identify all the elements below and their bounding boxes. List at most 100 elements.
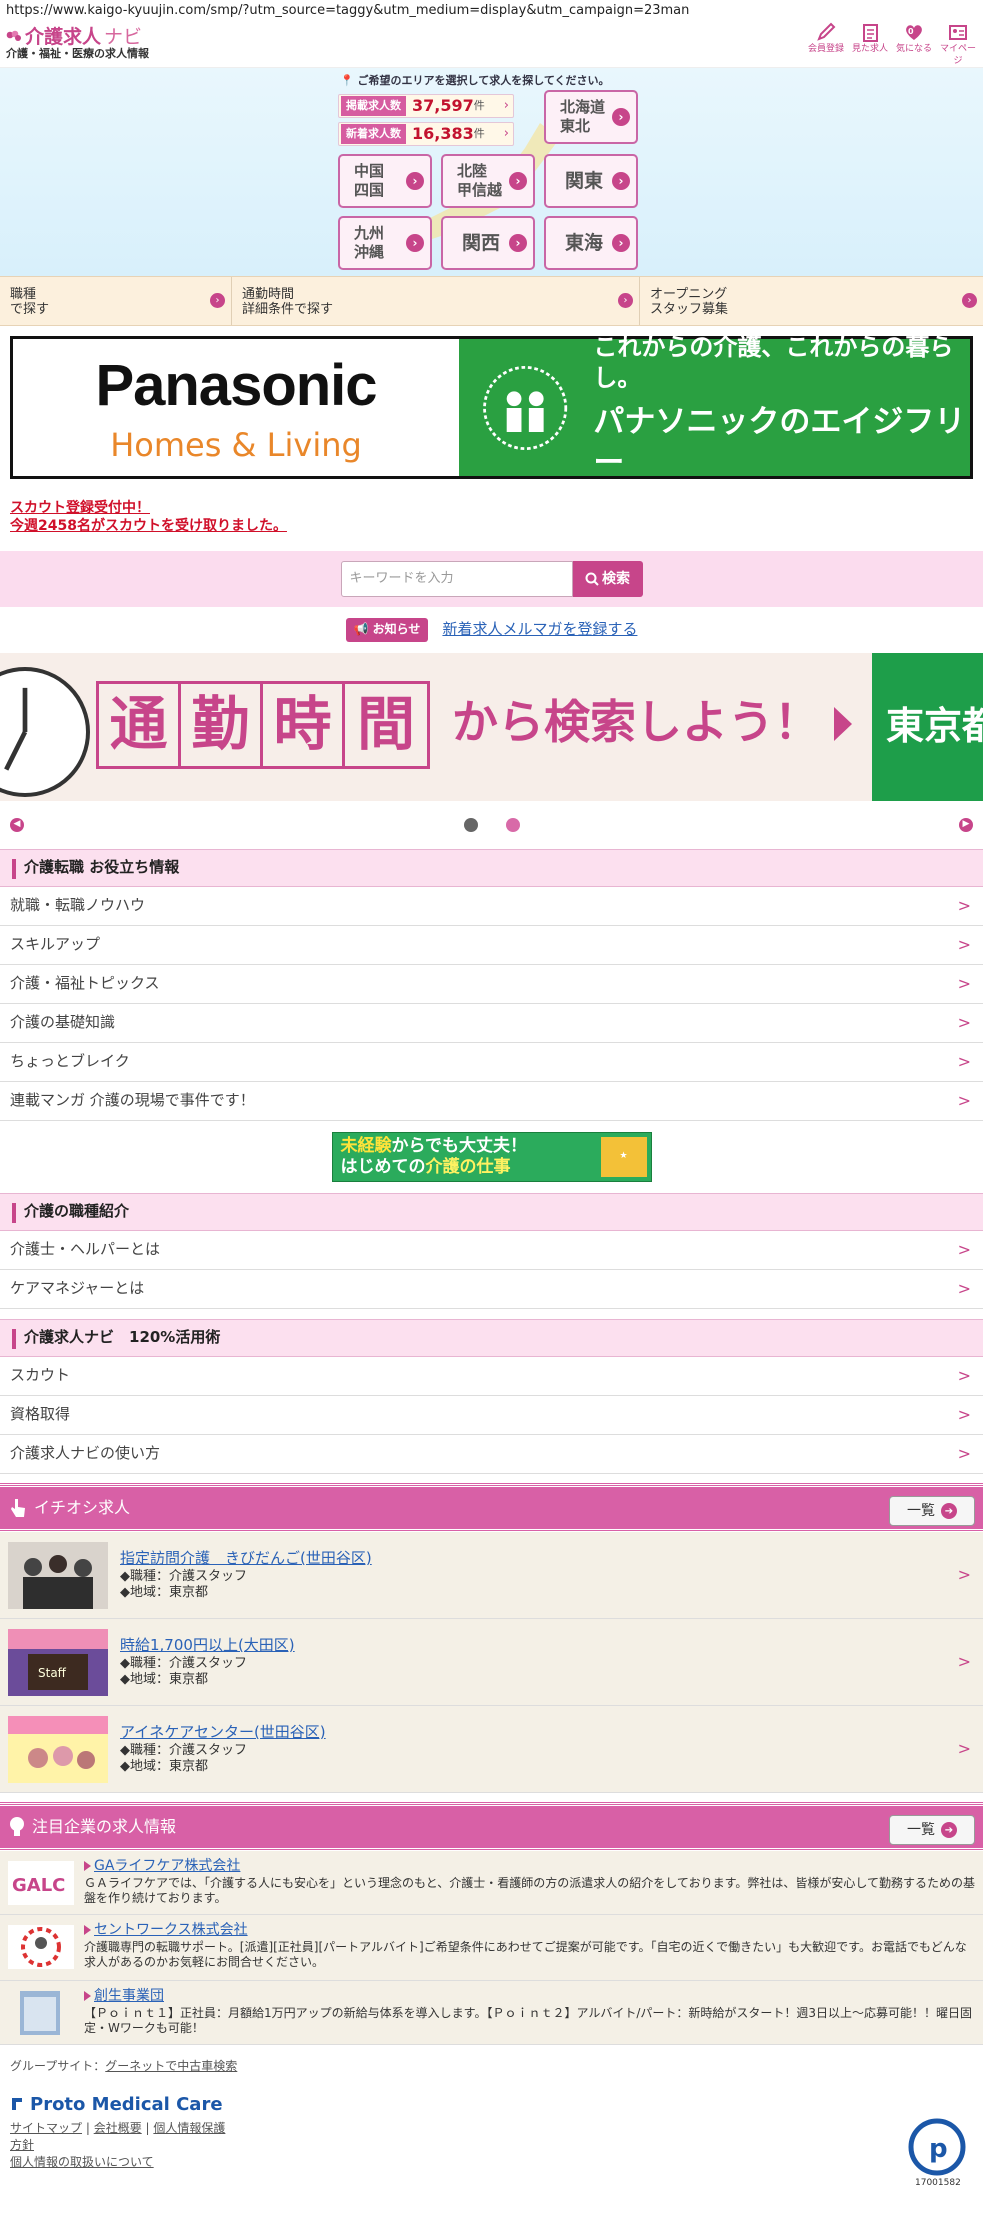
chevron-right-icon: > (957, 1443, 971, 1463)
company-item[interactable]: 創生事業団 【Ｐｏｉｎｔ１】正社員：月額給1万円アップの新給与体系を導入します。… (0, 1981, 983, 2045)
logo-subtitle: 介護・福祉・医療の求人情報 (6, 47, 149, 61)
list-item[interactable]: 連載マンガ 介護の現場で事件です！ > (0, 1082, 983, 1121)
job-area: ◆地域：東京都 (120, 1758, 208, 1774)
personal-info-handling-link[interactable]: 個人情報の取扱いについて (10, 2155, 154, 2169)
panasonic-ad-banner[interactable]: Panasonic Homes & Living これからの介護、これからの暮ら… (10, 333, 973, 481)
chevron-right-icon: > (957, 1278, 971, 1298)
search-option-label: 職種 で探す (10, 287, 50, 317)
privacy-policy-link-cont[interactable]: 方針 (10, 2138, 34, 2152)
goo-net-link[interactable]: グーネットで中古車検索 (105, 2059, 237, 2073)
sitemap-link[interactable]: サイトマップ (10, 2121, 82, 2135)
chevron-right-icon: › (503, 97, 509, 113)
scout-line2: 今週2458名がスカウトを受け取りました。 (10, 518, 287, 534)
slide-dot[interactable] (463, 818, 478, 832)
companies-list-button[interactable]: 一覧 ➔ (889, 1815, 975, 1845)
region-kyushu-okinawa[interactable]: 九州 沖縄 › (338, 216, 432, 270)
chevron-right-icon: > (957, 934, 971, 954)
ad-name: パナソニックのエイジフリー (593, 404, 966, 481)
section-header-useful-info: 介護転職 お役立ち情報 (0, 849, 983, 887)
total-jobs-counter[interactable]: 掲載求人数 37,597 件 › (338, 94, 514, 118)
region-label: 中国 四国 (354, 162, 385, 199)
search-opening-staff[interactable]: オープニング スタッフ募集 › (640, 277, 983, 325)
prev-slide-icon[interactable]: ◀ (10, 818, 24, 832)
company-name-link[interactable]: 創生事業団 (84, 1987, 975, 2005)
chevron-right-icon: > (957, 1090, 971, 1110)
list-item[interactable]: 資格取得 > (0, 1396, 983, 1435)
chevron-right-icon: > (957, 1564, 971, 1584)
list-item[interactable]: ちょっとブレイク > (0, 1043, 983, 1082)
svg-text:0: 0 (908, 27, 914, 36)
scout-notice-link[interactable]: スカウト登録受付中！ 今週2458名がスカウトを受け取りました。 (10, 499, 973, 539)
mypage-button[interactable]: マイページ (939, 21, 977, 67)
list-item[interactable]: 就職・転職ノウハウ > (0, 887, 983, 926)
region-label: 東海 (564, 231, 603, 254)
new-jobs-counter[interactable]: 新着求人数 16,383 件 › (338, 122, 514, 146)
newsletter-link[interactable]: 新着求人メルマガを登録する (442, 620, 637, 640)
member-register-button[interactable]: 会員登録 (807, 21, 845, 67)
beginner-care-banner[interactable]: 未経験からでも大丈夫！ はじめての介護の仕事 ★ (331, 1132, 652, 1182)
address-bar-url[interactable]: https://www.kaigo-kyuujin.com/smp/?utm_s… (0, 0, 983, 22)
slide-dot[interactable] (505, 818, 520, 832)
region-hokkaido-tohoku[interactable]: 北海道 東北 › (544, 90, 638, 144)
ad-brand: Panasonic (95, 353, 377, 418)
privacy-mark-icon[interactable]: p 17001582 (901, 2115, 973, 2187)
list-item[interactable]: 介護求人ナビの使い方 > (0, 1435, 983, 1474)
job-item[interactable]: アイネケアセンター(世田谷区) ◆職種：介護スタッフ ◆地域：東京都 > (0, 1706, 983, 1793)
job-title-link[interactable]: 指定訪問介護 きびだんご(世田谷区) (120, 1549, 372, 1569)
next-slide-icon[interactable]: ▶ (959, 818, 973, 832)
slider-kanji: 通勤時間 (96, 681, 430, 769)
list-item[interactable]: スカウト > (0, 1357, 983, 1396)
search-by-commute-time[interactable]: 通勤時間 詳細条件で探す › (232, 277, 640, 325)
job-title-link[interactable]: アイネケアセンター(世田谷区) (120, 1723, 326, 1743)
site-logo[interactable]: 介護求人 ナビ 介護・福祉・医療の求人情報 (6, 27, 149, 61)
arrow-right-icon: › (612, 234, 630, 252)
list-item[interactable]: ケアマネジャーとは > (0, 1270, 983, 1309)
counter-unit: 件 (473, 126, 485, 140)
site-header: 介護求人 ナビ 介護・福祉・医療の求人情報 会員登録 見た求人 0 気になる マイ… (0, 22, 983, 68)
counter-unit: 件 (473, 98, 485, 112)
icon-label: マイページ (939, 44, 976, 66)
list-item[interactable]: 介護士・ヘルパーとは > (0, 1231, 983, 1270)
job-thumbnail: Staff (8, 1628, 108, 1696)
region-tokai[interactable]: 東海 › (544, 216, 638, 270)
list-item[interactable]: 介護・福祉トピックス > (0, 965, 983, 1004)
region-hokuriku-koshinetsu[interactable]: 北陸 甲信越 › (441, 154, 535, 208)
search-button[interactable]: 検索 (572, 561, 643, 597)
pickup-list-button[interactable]: 一覧 ➔ (889, 1496, 975, 1526)
job-item[interactable]: Staff 時給1,700円以上(大田区) ◆職種：介護スタッフ ◆地域：東京都… (0, 1619, 983, 1706)
job-thumbnail (8, 1541, 108, 1609)
company-name-link[interactable]: GAライフケア株式会社 (84, 1857, 975, 1875)
news-row: 📢 お知らせ 新着求人メルマガを登録する (0, 607, 983, 653)
svg-text:Staff: Staff (38, 1666, 67, 1680)
section-title: 注目企業の求人情報 (32, 1816, 177, 1836)
svg-text:p: p (929, 2134, 948, 2164)
job-thumbnail (8, 1715, 108, 1783)
favorites-button[interactable]: 0 気になる (895, 21, 933, 67)
commute-search-slider[interactable]: 通勤時間 から検索しよう！ 東京都 (0, 653, 983, 801)
region-kanto[interactable]: 関東 › (544, 154, 638, 208)
section-title: イチオシ求人 (34, 1497, 131, 1517)
job-item[interactable]: 指定訪問介護 きびだんご(世田谷区) ◆職種：介護スタッフ ◆地域：東京都 > (0, 1532, 983, 1619)
section-header-job-types: 介護の職種紹介 (0, 1193, 983, 1231)
privacy-policy-link[interactable]: 個人情報保護 (153, 2121, 225, 2135)
search-by-job-type[interactable]: 職種 で探す › (0, 277, 232, 325)
list-item[interactable]: スキルアップ > (0, 926, 983, 965)
company-info-link[interactable]: 会社概要 (94, 2121, 142, 2135)
keyword-input[interactable]: キーワードを入力 (340, 561, 573, 597)
region-label: 北陸 甲信越 (457, 162, 503, 199)
play-arrow-icon (834, 707, 852, 741)
region-chugoku-shikoku[interactable]: 中国 四国 › (338, 154, 432, 208)
job-area: ◆地域：東京都 (120, 1671, 208, 1687)
company-logo[interactable]: Proto Medical Care (10, 2093, 973, 2116)
beginner-care-banner-row: 未経験からでも大丈夫！ はじめての介護の仕事 ★ (0, 1121, 983, 1193)
next-slide-preview[interactable]: 東京都 (872, 653, 983, 801)
chevron-right-icon: > (957, 1365, 971, 1385)
viewed-jobs-button[interactable]: 見た求人 (851, 21, 889, 67)
ad-tagline: これからの介護、これからの暮らし。 (593, 333, 954, 393)
company-name-link[interactable]: セントワークス株式会社 (84, 1921, 975, 1939)
company-item[interactable]: セントワークス株式会社 介護職専門の転職サポート。[派遣][正社員][パートアル… (0, 1915, 983, 1981)
company-item[interactable]: GALC GAライフケア株式会社 ＧＡライフケアでは、「介護する人にも安心を」と… (0, 1851, 983, 1915)
list-item[interactable]: 介護の基礎知識 > (0, 1004, 983, 1043)
job-title-link[interactable]: 時給1,700円以上(大田区) (120, 1636, 295, 1656)
region-kansai[interactable]: 関西 › (441, 216, 535, 270)
